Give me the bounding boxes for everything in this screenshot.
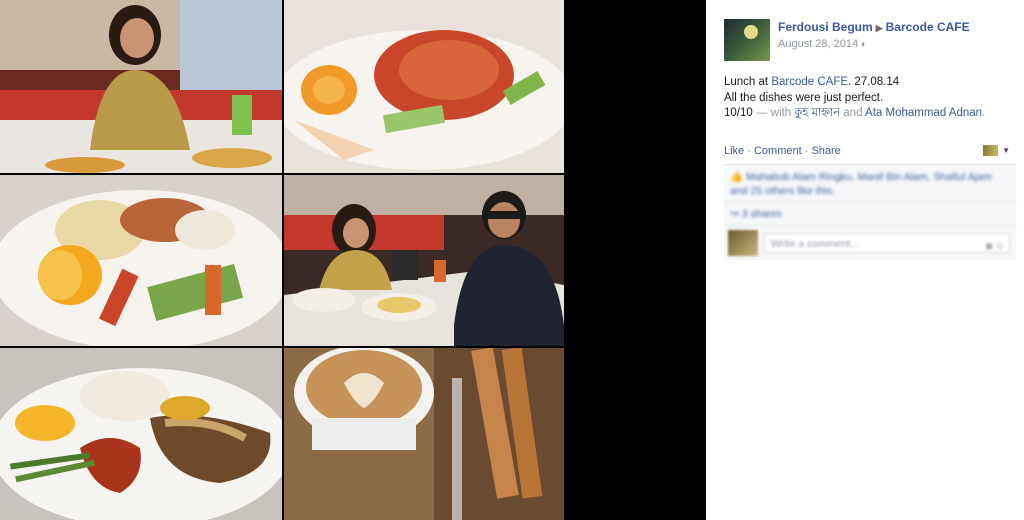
comment-input[interactable]: Write a comment... ◙ ☺ [764,232,1010,253]
shares-summary[interactable]: ↪ 3 shares [724,203,1016,226]
commenter-avatar [728,229,758,256]
shares-text: 3 shares [741,207,783,220]
thumb-up-icon: 👍 [730,170,744,183]
comment-composer: Write a comment... ◙ ☺ [724,226,1016,260]
end-text: . [982,107,986,119]
post-sidebar: Ferdousi Begum ▶ Barcode CAFE August 28, 2… [706,0,1024,520]
comment-button[interactable]: Comment [754,145,802,157]
tile-latte-cup [284,348,564,520]
avatar[interactable] [724,19,770,61]
post-line-2: All the dishes were just perfect. [724,91,884,104]
globe-icon: ◐ [861,39,868,50]
tile-woman-phone [0,0,282,173]
comment-placeholder: Write a comment... [771,237,859,250]
audience-selector-icon [983,145,999,156]
photo-viewer[interactable] [0,0,706,520]
camera-icon[interactable]: ◙ [986,241,992,252]
emoji-icon[interactable]: ☺ [995,241,1005,252]
audience-selector[interactable]: ▼ [983,145,1010,156]
share-button[interactable]: Share [811,145,840,157]
post-text-prefix: Lunch at [724,76,772,88]
feedback-box: 👍 Mahabub Alam Ringku, Manif Bin Alam, S… [724,163,1016,260]
photo-collage [0,0,564,520]
with-text: — with [752,107,795,119]
share-icon: ↪ [730,207,739,220]
tile-steak-plate [0,348,282,520]
action-separator: · [801,144,812,157]
likes-text: Mahabub Alam Ringku, Manif Bin Alam, Sha… [730,170,992,197]
caret-down-icon: ▼ [1002,146,1010,155]
place-link[interactable]: Barcode CAFE [886,20,970,34]
author-link[interactable]: Ferdousi Begum [778,20,873,34]
post-text-date: . 27.08.14 [848,76,900,88]
post-date[interactable]: August 28, 2014 [778,38,858,50]
place-mention-link[interactable]: Barcode CAFE [771,76,848,88]
like-button[interactable]: Like [724,145,744,157]
post-actions: Like · Comment · Share ▼ [724,145,1016,157]
post-rating: 10/10 [724,107,753,119]
and-text: and [840,107,866,119]
tile-salad-dish [284,0,564,173]
tag-link-1[interactable]: কুহ মাহ্নান [794,107,840,119]
play-arrow-icon: ▶ [875,23,883,33]
post-message: Lunch at Barcode CAFE. 27.08.14 All the … [724,75,1016,122]
post-header: Ferdousi Begum ▶ Barcode CAFE August 28, 2… [724,19,1016,61]
tag-link-2[interactable]: Ata Mohammad Adnan [865,107,982,119]
likes-summary[interactable]: 👍 Mahabub Alam Ringku, Manif Bin Alam, S… [724,165,1016,203]
tile-couple-table [284,175,564,346]
action-separator: · [744,144,754,157]
tile-chicken-plate [0,175,282,346]
